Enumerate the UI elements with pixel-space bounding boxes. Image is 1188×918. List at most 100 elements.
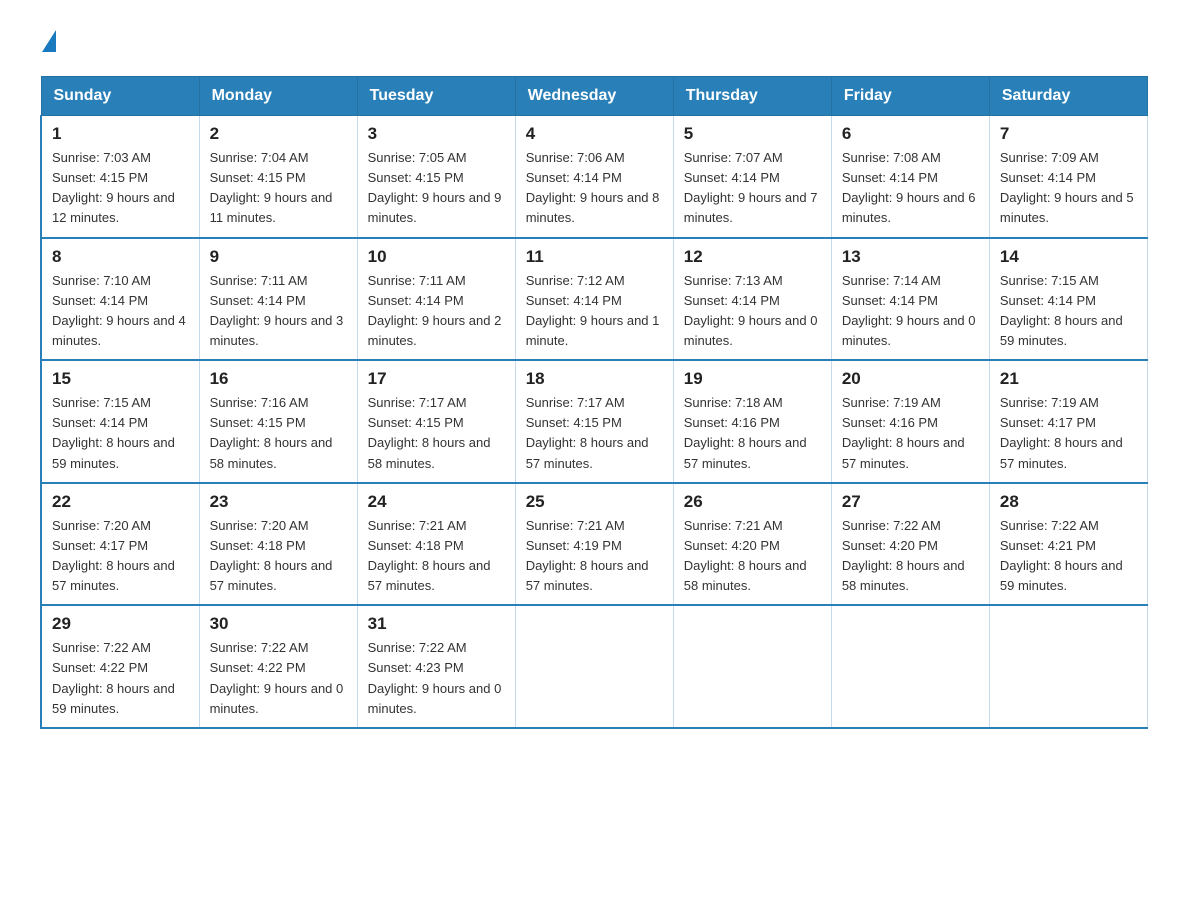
column-header-friday: Friday bbox=[831, 77, 989, 116]
day-info: Sunrise: 7:04 AMSunset: 4:15 PMDaylight:… bbox=[210, 148, 347, 229]
calendar-cell: 24 Sunrise: 7:21 AMSunset: 4:18 PMDaylig… bbox=[357, 483, 515, 606]
calendar-cell: 5 Sunrise: 7:07 AMSunset: 4:14 PMDayligh… bbox=[673, 116, 831, 238]
day-info: Sunrise: 7:19 AMSunset: 4:16 PMDaylight:… bbox=[842, 393, 979, 474]
calendar-cell bbox=[515, 605, 673, 728]
day-info: Sunrise: 7:21 AMSunset: 4:20 PMDaylight:… bbox=[684, 516, 821, 597]
day-number: 3 bbox=[368, 124, 505, 144]
calendar-cell: 14 Sunrise: 7:15 AMSunset: 4:14 PMDaylig… bbox=[989, 238, 1147, 361]
day-info: Sunrise: 7:03 AMSunset: 4:15 PMDaylight:… bbox=[52, 148, 189, 229]
calendar-table: SundayMondayTuesdayWednesdayThursdayFrid… bbox=[40, 76, 1148, 729]
day-number: 9 bbox=[210, 247, 347, 267]
day-number: 27 bbox=[842, 492, 979, 512]
day-info: Sunrise: 7:13 AMSunset: 4:14 PMDaylight:… bbox=[684, 271, 821, 352]
day-number: 15 bbox=[52, 369, 189, 389]
day-info: Sunrise: 7:17 AMSunset: 4:15 PMDaylight:… bbox=[526, 393, 663, 474]
calendar-cell: 31 Sunrise: 7:22 AMSunset: 4:23 PMDaylig… bbox=[357, 605, 515, 728]
day-info: Sunrise: 7:11 AMSunset: 4:14 PMDaylight:… bbox=[210, 271, 347, 352]
logo bbox=[40, 30, 56, 56]
day-number: 25 bbox=[526, 492, 663, 512]
day-info: Sunrise: 7:22 AMSunset: 4:22 PMDaylight:… bbox=[52, 638, 189, 719]
column-header-tuesday: Tuesday bbox=[357, 77, 515, 116]
calendar-cell: 29 Sunrise: 7:22 AMSunset: 4:22 PMDaylig… bbox=[41, 605, 199, 728]
calendar-cell: 26 Sunrise: 7:21 AMSunset: 4:20 PMDaylig… bbox=[673, 483, 831, 606]
day-info: Sunrise: 7:15 AMSunset: 4:14 PMDaylight:… bbox=[1000, 271, 1137, 352]
day-number: 4 bbox=[526, 124, 663, 144]
day-info: Sunrise: 7:07 AMSunset: 4:14 PMDaylight:… bbox=[684, 148, 821, 229]
calendar-week-row: 1 Sunrise: 7:03 AMSunset: 4:15 PMDayligh… bbox=[41, 116, 1148, 238]
day-info: Sunrise: 7:22 AMSunset: 4:20 PMDaylight:… bbox=[842, 516, 979, 597]
calendar-cell: 1 Sunrise: 7:03 AMSunset: 4:15 PMDayligh… bbox=[41, 116, 199, 238]
calendar-header-row: SundayMondayTuesdayWednesdayThursdayFrid… bbox=[41, 77, 1148, 116]
calendar-cell: 22 Sunrise: 7:20 AMSunset: 4:17 PMDaylig… bbox=[41, 483, 199, 606]
day-number: 21 bbox=[1000, 369, 1137, 389]
calendar-cell: 2 Sunrise: 7:04 AMSunset: 4:15 PMDayligh… bbox=[199, 116, 357, 238]
day-number: 11 bbox=[526, 247, 663, 267]
calendar-week-row: 29 Sunrise: 7:22 AMSunset: 4:22 PMDaylig… bbox=[41, 605, 1148, 728]
column-header-wednesday: Wednesday bbox=[515, 77, 673, 116]
calendar-cell: 23 Sunrise: 7:20 AMSunset: 4:18 PMDaylig… bbox=[199, 483, 357, 606]
calendar-cell: 18 Sunrise: 7:17 AMSunset: 4:15 PMDaylig… bbox=[515, 360, 673, 483]
calendar-week-row: 15 Sunrise: 7:15 AMSunset: 4:14 PMDaylig… bbox=[41, 360, 1148, 483]
calendar-cell: 10 Sunrise: 7:11 AMSunset: 4:14 PMDaylig… bbox=[357, 238, 515, 361]
day-number: 17 bbox=[368, 369, 505, 389]
day-number: 31 bbox=[368, 614, 505, 634]
column-header-sunday: Sunday bbox=[41, 77, 199, 116]
day-info: Sunrise: 7:18 AMSunset: 4:16 PMDaylight:… bbox=[684, 393, 821, 474]
calendar-cell: 12 Sunrise: 7:13 AMSunset: 4:14 PMDaylig… bbox=[673, 238, 831, 361]
calendar-cell: 25 Sunrise: 7:21 AMSunset: 4:19 PMDaylig… bbox=[515, 483, 673, 606]
day-number: 13 bbox=[842, 247, 979, 267]
calendar-cell: 8 Sunrise: 7:10 AMSunset: 4:14 PMDayligh… bbox=[41, 238, 199, 361]
day-info: Sunrise: 7:08 AMSunset: 4:14 PMDaylight:… bbox=[842, 148, 979, 229]
logo-triangle-icon bbox=[42, 30, 56, 52]
calendar-cell: 3 Sunrise: 7:05 AMSunset: 4:15 PMDayligh… bbox=[357, 116, 515, 238]
day-number: 26 bbox=[684, 492, 821, 512]
day-info: Sunrise: 7:10 AMSunset: 4:14 PMDaylight:… bbox=[52, 271, 189, 352]
day-info: Sunrise: 7:17 AMSunset: 4:15 PMDaylight:… bbox=[368, 393, 505, 474]
day-number: 14 bbox=[1000, 247, 1137, 267]
day-info: Sunrise: 7:21 AMSunset: 4:19 PMDaylight:… bbox=[526, 516, 663, 597]
calendar-cell: 30 Sunrise: 7:22 AMSunset: 4:22 PMDaylig… bbox=[199, 605, 357, 728]
calendar-cell: 16 Sunrise: 7:16 AMSunset: 4:15 PMDaylig… bbox=[199, 360, 357, 483]
calendar-week-row: 22 Sunrise: 7:20 AMSunset: 4:17 PMDaylig… bbox=[41, 483, 1148, 606]
day-info: Sunrise: 7:22 AMSunset: 4:22 PMDaylight:… bbox=[210, 638, 347, 719]
day-number: 23 bbox=[210, 492, 347, 512]
day-number: 30 bbox=[210, 614, 347, 634]
calendar-cell bbox=[673, 605, 831, 728]
day-number: 18 bbox=[526, 369, 663, 389]
calendar-cell: 27 Sunrise: 7:22 AMSunset: 4:20 PMDaylig… bbox=[831, 483, 989, 606]
day-info: Sunrise: 7:15 AMSunset: 4:14 PMDaylight:… bbox=[52, 393, 189, 474]
calendar-cell bbox=[989, 605, 1147, 728]
calendar-cell: 19 Sunrise: 7:18 AMSunset: 4:16 PMDaylig… bbox=[673, 360, 831, 483]
day-number: 1 bbox=[52, 124, 189, 144]
day-number: 6 bbox=[842, 124, 979, 144]
day-number: 16 bbox=[210, 369, 347, 389]
day-info: Sunrise: 7:05 AMSunset: 4:15 PMDaylight:… bbox=[368, 148, 505, 229]
day-number: 8 bbox=[52, 247, 189, 267]
day-number: 24 bbox=[368, 492, 505, 512]
calendar-cell: 6 Sunrise: 7:08 AMSunset: 4:14 PMDayligh… bbox=[831, 116, 989, 238]
day-info: Sunrise: 7:11 AMSunset: 4:14 PMDaylight:… bbox=[368, 271, 505, 352]
day-info: Sunrise: 7:22 AMSunset: 4:23 PMDaylight:… bbox=[368, 638, 505, 719]
column-header-monday: Monday bbox=[199, 77, 357, 116]
day-number: 7 bbox=[1000, 124, 1137, 144]
day-info: Sunrise: 7:21 AMSunset: 4:18 PMDaylight:… bbox=[368, 516, 505, 597]
day-info: Sunrise: 7:16 AMSunset: 4:15 PMDaylight:… bbox=[210, 393, 347, 474]
page-header bbox=[40, 30, 1148, 56]
calendar-cell: 7 Sunrise: 7:09 AMSunset: 4:14 PMDayligh… bbox=[989, 116, 1147, 238]
day-number: 28 bbox=[1000, 492, 1137, 512]
calendar-cell: 13 Sunrise: 7:14 AMSunset: 4:14 PMDaylig… bbox=[831, 238, 989, 361]
day-number: 5 bbox=[684, 124, 821, 144]
day-number: 12 bbox=[684, 247, 821, 267]
day-number: 20 bbox=[842, 369, 979, 389]
calendar-cell: 21 Sunrise: 7:19 AMSunset: 4:17 PMDaylig… bbox=[989, 360, 1147, 483]
calendar-cell: 20 Sunrise: 7:19 AMSunset: 4:16 PMDaylig… bbox=[831, 360, 989, 483]
day-info: Sunrise: 7:09 AMSunset: 4:14 PMDaylight:… bbox=[1000, 148, 1137, 229]
calendar-week-row: 8 Sunrise: 7:10 AMSunset: 4:14 PMDayligh… bbox=[41, 238, 1148, 361]
day-number: 19 bbox=[684, 369, 821, 389]
calendar-cell: 9 Sunrise: 7:11 AMSunset: 4:14 PMDayligh… bbox=[199, 238, 357, 361]
day-info: Sunrise: 7:12 AMSunset: 4:14 PMDaylight:… bbox=[526, 271, 663, 352]
day-info: Sunrise: 7:22 AMSunset: 4:21 PMDaylight:… bbox=[1000, 516, 1137, 597]
calendar-cell: 11 Sunrise: 7:12 AMSunset: 4:14 PMDaylig… bbox=[515, 238, 673, 361]
calendar-cell bbox=[831, 605, 989, 728]
day-number: 2 bbox=[210, 124, 347, 144]
